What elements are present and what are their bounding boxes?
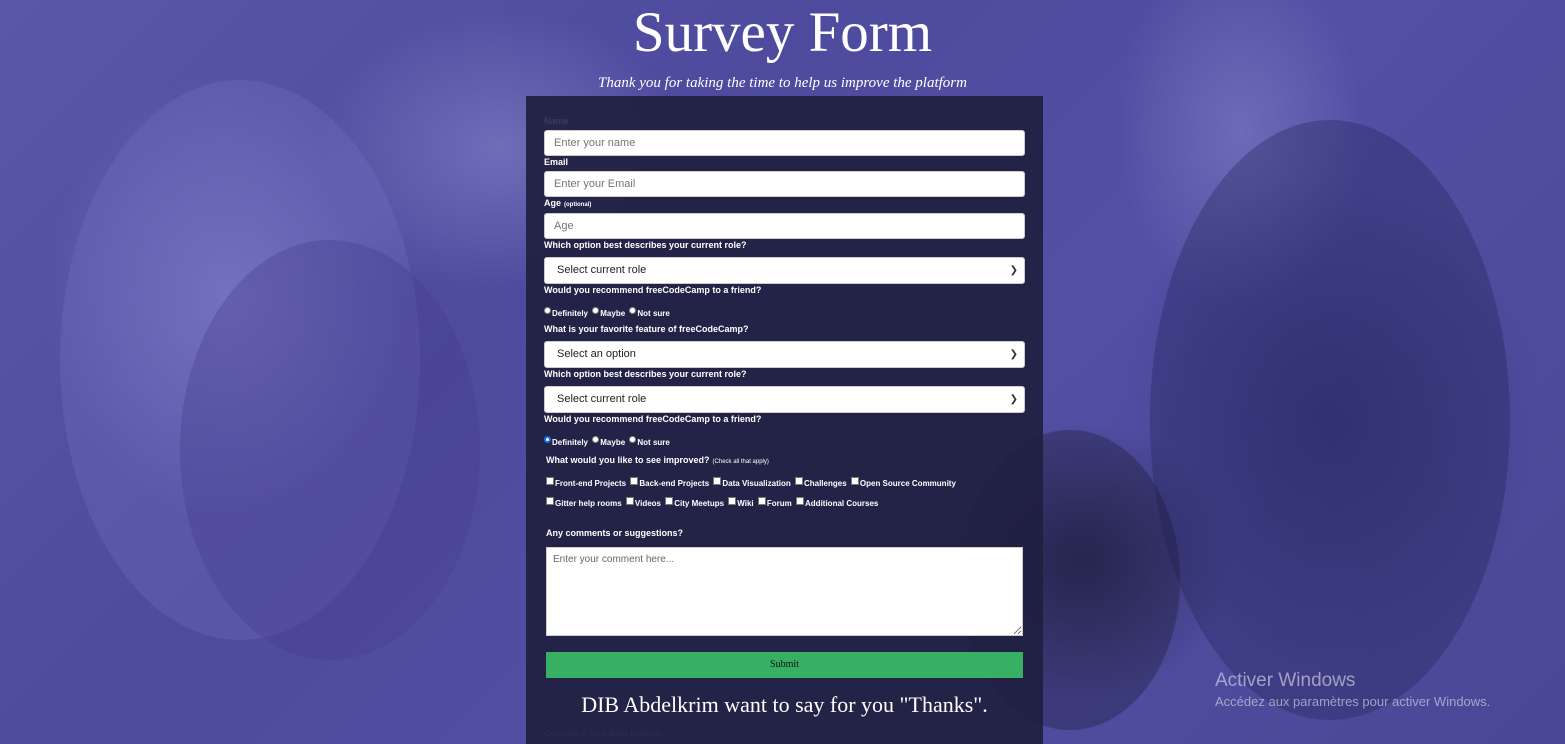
checkbox-item[interactable]: Videos <box>625 497 662 508</box>
radio-button[interactable] <box>629 307 637 314</box>
improve-label: What would you like to see improved? (Che… <box>546 455 769 465</box>
checkbox[interactable] <box>625 497 634 505</box>
role-select-2-value: Select current role <box>557 393 647 405</box>
chevron-down-icon: ❯ <box>1009 349 1018 360</box>
recommend-label: Would you recommend freeCodeCamp to a fr… <box>544 285 762 295</box>
feature-select-value: Select an option <box>557 348 636 360</box>
checkbox[interactable] <box>794 477 803 485</box>
radio-label: Maybe <box>600 438 626 447</box>
radio-button[interactable] <box>629 436 637 443</box>
checkbox-label: Challenges <box>803 479 847 488</box>
improve-checkbox-row-2: Gitter help rooms Videos City Meetups Wi… <box>546 497 880 508</box>
feature-label: What is your favorite feature of freeCod… <box>544 324 749 334</box>
checkbox-label: Data Visualization <box>722 479 791 488</box>
survey-form: Name Email Age(optional) Which option be… <box>526 96 1043 744</box>
submit-button[interactable]: Submit <box>546 652 1023 678</box>
improve-label-text: What would you like to see improved? <box>546 455 710 465</box>
radio-button[interactable] <box>592 307 600 314</box>
age-optional-note: (optional) <box>564 202 592 208</box>
chevron-down-icon: ❯ <box>1009 394 1018 405</box>
radio-label: Not sure <box>637 438 670 447</box>
age-label: Age (optional) <box>544 198 591 208</box>
checkbox-item[interactable]: Data Visualization <box>713 477 791 488</box>
checkbox-label: Videos <box>634 499 662 508</box>
checkbox-item[interactable]: Additional Courses <box>796 497 878 508</box>
page-title: Survey Form <box>632 1 933 64</box>
email-label: Email <box>544 157 569 167</box>
radio-not-sure[interactable]: Not sure <box>629 307 670 318</box>
checkbox[interactable] <box>796 497 805 505</box>
checkbox-label: Back-end Projects <box>639 479 710 488</box>
checkbox-item[interactable]: Challenges <box>794 477 847 488</box>
checkbox[interactable] <box>546 477 554 485</box>
radio-label: Maybe <box>600 309 626 318</box>
radio-definitely[interactable]: Definitely <box>544 307 588 318</box>
radio-not-sure-2[interactable]: Not sure <box>629 436 670 447</box>
checkbox[interactable] <box>850 477 859 485</box>
radio-button-checked[interactable] <box>544 436 551 443</box>
checkbox-label: City Meetups <box>674 499 725 508</box>
role-select[interactable]: Select current role ❯ <box>544 257 1025 284</box>
checkbox-label: Gitter help rooms <box>555 499 622 508</box>
checkbox-item[interactable]: Back-end Projects <box>630 477 709 488</box>
watermark-title: Activer Windows <box>1215 670 1356 691</box>
recommend-radio-group: Definitely Maybe Not sure <box>544 307 672 318</box>
watermark-subtitle: Accédez aux paramètres pour activer Wind… <box>1215 694 1491 709</box>
checkbox[interactable] <box>713 477 722 485</box>
radio-label: Definitely <box>552 438 589 447</box>
checkbox-label: Additional Courses <box>805 499 879 508</box>
checkbox-label: Front-end Projects <box>555 479 627 488</box>
name-label: Name <box>544 116 569 126</box>
checkbox-item[interactable]: Open Source Community <box>850 477 956 488</box>
age-label-text: Age <box>544 198 562 208</box>
role-label-2: Which option best describes your current… <box>544 369 747 379</box>
recommend-radio-group-2: Definitely Maybe Not sure <box>544 436 672 447</box>
email-input[interactable] <box>544 171 1025 197</box>
role-select-value: Select current role <box>557 264 647 276</box>
copyright-text: Copyright © Tous droits réservés <box>545 729 662 738</box>
checkbox[interactable] <box>630 477 639 485</box>
radio-maybe[interactable]: Maybe <box>592 307 625 318</box>
chevron-down-icon: ❯ <box>1009 265 1018 276</box>
comments-textarea[interactable] <box>546 547 1023 636</box>
improve-checkbox-row-1: Front-end Projects Back-end Projects Dat… <box>546 477 958 488</box>
radio-button[interactable] <box>592 436 600 443</box>
role-select-2[interactable]: Select current role ❯ <box>544 386 1025 413</box>
radio-button[interactable] <box>544 307 551 314</box>
checkbox[interactable] <box>728 497 737 505</box>
feature-select[interactable]: Select an option ❯ <box>544 341 1025 368</box>
improve-note: (Check all that apply) <box>712 459 769 465</box>
page-description: Thank you for taking the time to help us… <box>598 75 967 91</box>
radio-maybe-2[interactable]: Maybe <box>592 436 625 447</box>
checkbox[interactable] <box>757 497 766 505</box>
checkbox[interactable] <box>665 497 674 505</box>
checkbox-label: Forum <box>766 499 792 508</box>
windows-activation-watermark: Activer Windows Accédez aux paramètres p… <box>1215 670 1490 709</box>
checkbox-item[interactable]: Front-end Projects <box>546 477 626 488</box>
role-label: Which option best describes your current… <box>544 240 747 250</box>
checkbox[interactable] <box>546 497 554 505</box>
checkbox-item[interactable]: City Meetups <box>665 497 724 508</box>
checkbox-label: Open Source Community <box>859 479 956 488</box>
checkbox-item[interactable]: Forum <box>757 497 792 508</box>
comments-label: Any comments or suggestions? <box>546 528 684 538</box>
radio-definitely-2[interactable]: Definitely <box>544 436 588 447</box>
checkbox-item[interactable]: Wiki <box>728 497 754 508</box>
age-input[interactable] <box>544 213 1025 239</box>
recommend-label-2: Would you recommend freeCodeCamp to a fr… <box>544 414 762 424</box>
checkbox-item[interactable]: Gitter help rooms <box>546 497 622 508</box>
radio-label: Not sure <box>637 309 670 318</box>
radio-label: Definitely <box>552 309 589 318</box>
checkbox-label: Wiki <box>737 499 754 508</box>
name-input[interactable] <box>544 130 1025 156</box>
thanks-message: DIB Abdelkrim want to say for you "Thank… <box>581 692 988 717</box>
